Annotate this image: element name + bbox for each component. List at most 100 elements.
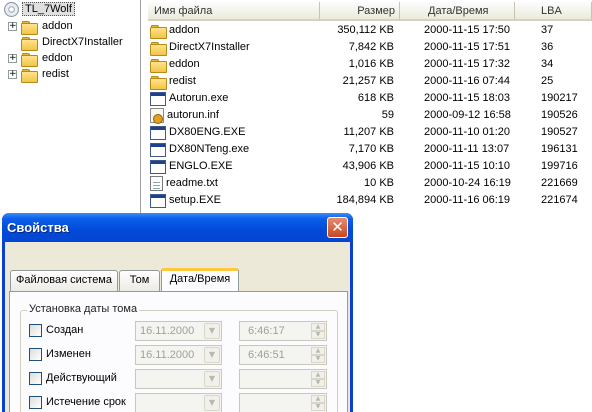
- close-icon: ✕: [331, 218, 344, 236]
- date-dropdown[interactable]: ▼: [135, 393, 222, 412]
- close-button[interactable]: ✕: [327, 217, 348, 238]
- expand-icon[interactable]: +: [8, 21, 17, 31]
- folder-icon: [150, 41, 167, 56]
- tab-filesystem[interactable]: Файловая система: [10, 270, 118, 291]
- spin-buttons[interactable]: ▲ ▼: [311, 347, 325, 363]
- spin-buttons[interactable]: ▲ ▼: [311, 395, 325, 411]
- tree-root[interactable]: TL_7Wolf: [4, 1, 75, 17]
- file-row[interactable]: autorun.inf 59 2000-09-12 16:58 190526: [145, 107, 592, 124]
- file-date: 2000-11-16 07:44: [424, 75, 511, 87]
- file-size: 11,207 KB: [343, 126, 394, 138]
- date-value: 16.11.2000: [140, 325, 195, 337]
- group-title: Установка даты тома: [27, 303, 140, 315]
- file-name-cell[interactable]: ENGLO.EXE: [150, 158, 233, 175]
- tree-item[interactable]: + eddon: [8, 50, 75, 67]
- tree-item[interactable]: + redist: [8, 66, 71, 83]
- tree-item-label[interactable]: eddon: [40, 52, 75, 64]
- file-row[interactable]: readme.txt 10 KB 2000-10-24 16:19 221669: [145, 175, 592, 192]
- folder-icon: [150, 24, 167, 39]
- column-header-size[interactable]: Размер: [320, 2, 400, 21]
- file-row[interactable]: DX80ENG.EXE 11,207 KB 2000-11-10 01:20 1905…: [145, 124, 592, 141]
- date-dropdown[interactable]: ▼: [135, 369, 222, 389]
- file-name: Autorun.exe: [169, 92, 229, 104]
- tree-item[interactable]: + addon: [8, 18, 75, 35]
- file-row[interactable]: ENGLO.EXE 43,906 KB 2000-11-15 10:10 199716: [145, 158, 592, 175]
- file-row[interactable]: Autorun.exe 618 KB 2000-11-15 18:03 190217: [145, 90, 592, 107]
- time-spinner[interactable]: 6:46:17 ▲ ▼: [239, 321, 327, 341]
- dialog-titlebar[interactable]: Свойства ✕: [2, 213, 353, 242]
- file-name: DX80ENG.EXE: [169, 126, 246, 138]
- spin-up-icon[interactable]: ▲: [311, 395, 325, 403]
- file-size: 10 KB: [364, 177, 394, 189]
- field-checkbox[interactable]: [29, 396, 42, 409]
- tab-datetime[interactable]: Дата/Время: [161, 268, 239, 291]
- file-row[interactable]: addon 350,112 KB 2000-11-15 17:50 37: [145, 22, 592, 39]
- field-checkbox[interactable]: [29, 372, 42, 385]
- time-spinner[interactable]: 6:46:51 ▲ ▼: [239, 345, 327, 365]
- exe-icon: [150, 159, 166, 174]
- file-name-cell[interactable]: DX80ENG.EXE: [150, 124, 245, 141]
- spin-up-icon[interactable]: ▲: [311, 371, 325, 379]
- file-row[interactable]: DX80NTeng.exe 7,170 KB 2000-11-11 13:07 196…: [145, 141, 592, 158]
- tree-item-label[interactable]: addon: [40, 20, 75, 32]
- expand-icon[interactable]: +: [8, 69, 17, 79]
- chevron-down-icon[interactable]: ▼: [204, 323, 220, 339]
- tab-volume[interactable]: Том: [119, 270, 160, 291]
- exe-icon: [150, 91, 166, 106]
- file-name-cell[interactable]: readme.txt: [150, 175, 218, 192]
- file-row[interactable]: redist 21,257 KB 2000-11-16 07:44 25: [145, 73, 592, 90]
- file-lba: 36: [541, 41, 554, 53]
- file-name: DirectX7Installer: [169, 41, 250, 53]
- field-checkbox[interactable]: [29, 324, 42, 337]
- expand-icon[interactable]: +: [8, 53, 17, 63]
- file-lba: 25: [541, 75, 554, 87]
- column-header-lba[interactable]: LBA: [515, 2, 592, 21]
- tree-item[interactable]: DirectX7Installer: [8, 34, 125, 51]
- spin-down-icon[interactable]: ▼: [311, 331, 325, 339]
- file-name-cell[interactable]: setup.EXE: [150, 192, 221, 209]
- file-name-cell[interactable]: redist: [150, 73, 196, 90]
- tree-item-label[interactable]: DirectX7Installer: [40, 36, 125, 48]
- file-name-cell[interactable]: DX80NTeng.exe: [150, 141, 249, 158]
- field-label: Создан: [46, 324, 84, 336]
- file-row[interactable]: setup.EXE 184,894 KB 2000-11-16 06:19 22167…: [145, 192, 592, 209]
- spin-buttons[interactable]: ▲ ▼: [311, 323, 325, 339]
- file-name-cell[interactable]: addon: [150, 22, 200, 39]
- file-row[interactable]: eddon 1,016 KB 2000-11-15 17:32 34: [145, 56, 592, 73]
- spin-down-icon[interactable]: ▼: [311, 355, 325, 363]
- folder-icon: [21, 52, 38, 67]
- chevron-down-icon[interactable]: ▼: [204, 395, 220, 411]
- exe-icon: [150, 142, 166, 157]
- file-name-cell[interactable]: Autorun.exe: [150, 90, 228, 107]
- date-dropdown[interactable]: 16.11.2000 ▼: [135, 321, 222, 341]
- date-dropdown[interactable]: 16.11.2000 ▼: [135, 345, 222, 365]
- file-lba: 221669: [541, 177, 578, 189]
- time-spinner[interactable]: ▲ ▼: [239, 393, 327, 412]
- chevron-down-icon[interactable]: ▼: [204, 371, 220, 387]
- file-size: 21,257 KB: [342, 75, 394, 87]
- folder-icon: [21, 20, 38, 35]
- tree-root-label[interactable]: TL_7Wolf: [22, 2, 75, 16]
- chevron-down-icon[interactable]: ▼: [204, 347, 220, 363]
- field-label: Изменен: [46, 348, 91, 360]
- file-lba: 199716: [541, 160, 578, 172]
- time-value: 6:46:17: [248, 325, 285, 337]
- file-lba: 221674: [541, 194, 578, 206]
- tree-item-label[interactable]: redist: [40, 68, 71, 80]
- file-name-cell[interactable]: eddon: [150, 56, 200, 73]
- spin-down-icon[interactable]: ▼: [311, 403, 325, 411]
- file-size: 618 KB: [357, 92, 394, 104]
- file-name-cell[interactable]: autorun.inf: [150, 107, 219, 124]
- field-checkbox[interactable]: [29, 348, 42, 361]
- time-spinner[interactable]: ▲ ▼: [239, 369, 327, 389]
- column-header-date[interactable]: Дата/Время: [400, 2, 515, 21]
- field-label: Истечение срок: [46, 396, 126, 408]
- file-row[interactable]: DirectX7Installer 7,842 KB 2000-11-15 17:5…: [145, 39, 592, 56]
- spin-buttons[interactable]: ▲ ▼: [311, 371, 325, 387]
- spin-up-icon[interactable]: ▲: [311, 347, 325, 355]
- file-name-cell[interactable]: DirectX7Installer: [150, 39, 250, 56]
- spin-down-icon[interactable]: ▼: [311, 379, 325, 387]
- date-field-row: Действующий ▼ ▲ ▼: [21, 369, 339, 389]
- column-header-name[interactable]: Имя файла: [148, 2, 320, 21]
- spin-up-icon[interactable]: ▲: [311, 323, 325, 331]
